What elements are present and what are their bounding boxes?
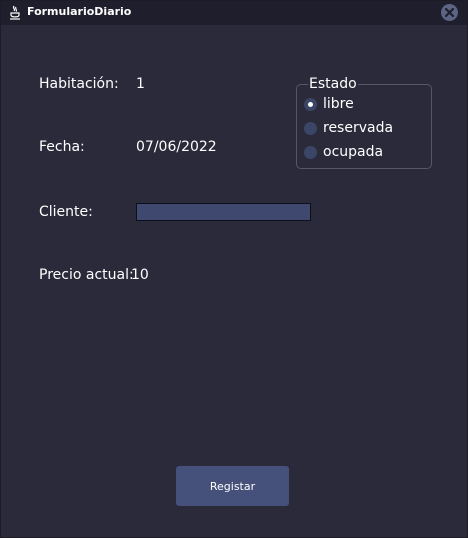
precio-value: 10 xyxy=(131,267,149,283)
java-cup-icon xyxy=(8,5,22,21)
fecha-value: 07/06/2022 xyxy=(136,139,217,155)
radio-label-libre: libre xyxy=(323,96,354,112)
formulario-diario-window: FormularioDiario Habitación: 1 Fecha: 07… xyxy=(0,0,468,538)
radio-label-ocupada: ocupada xyxy=(323,144,384,160)
habitacion-label: Habitación: xyxy=(39,76,119,92)
radio-button[interactable] xyxy=(304,98,317,111)
precio-label: Precio actual: xyxy=(39,267,134,283)
habitacion-value: 1 xyxy=(136,76,145,92)
estado-group-title: Estado xyxy=(308,76,358,92)
radio-label-reservada: reservada xyxy=(323,120,394,136)
register-button[interactable]: Registar xyxy=(176,466,289,506)
window-title: FormularioDiario xyxy=(27,5,132,18)
fecha-label: Fecha: xyxy=(39,139,85,155)
radio-selected-dot xyxy=(308,102,313,107)
radio-button[interactable] xyxy=(304,146,317,159)
close-button[interactable] xyxy=(441,4,458,21)
radio-button[interactable] xyxy=(304,122,317,135)
cliente-label: Cliente: xyxy=(39,204,93,220)
title-bar[interactable]: FormularioDiario xyxy=(1,1,467,25)
close-icon xyxy=(445,8,454,17)
cliente-input[interactable] xyxy=(136,203,311,221)
